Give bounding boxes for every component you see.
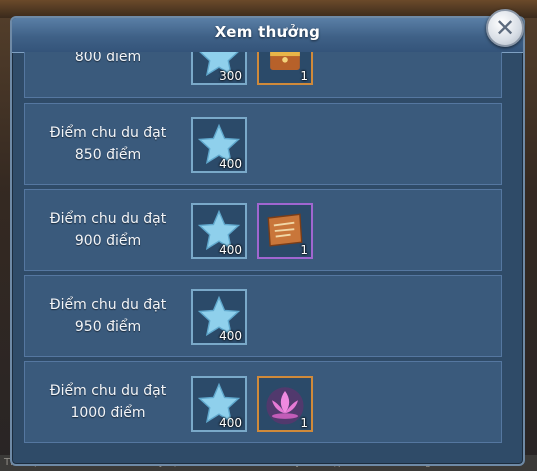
row-condition: Điểm chu du đạt [49,297,167,313]
reward-slot[interactable]: 1 [257,203,313,259]
reward-slot[interactable]: 400 [191,203,247,259]
reward-slot[interactable]: 300 [191,52,247,85]
reward-slot[interactable]: 1 [257,52,313,85]
reward-row: 800 điểm 300 1 [24,52,502,98]
reward-row: Điểm chu du đạt 950 điểm 400 [24,275,502,357]
row-condition: Điểm chu du đạt [49,383,167,399]
reward-quantity: 400 [219,416,242,430]
reward-slot[interactable]: 400 [191,289,247,345]
reward-slot[interactable]: 400 [191,376,247,432]
reward-slot[interactable]: 1 [257,376,313,432]
reward-row: Điểm chu du đạt 900 điểm 400 1 [24,189,502,271]
reward-quantity: 1 [300,416,308,430]
row-points: 800 điểm [74,52,142,65]
reward-quantity: 1 [300,243,308,257]
reward-list[interactable]: 800 điểm 300 1 Điểm chu du đạt 850 điểm … [24,52,502,452]
reward-quantity: 400 [219,157,242,171]
reward-row: Điểm chu du đạt 850 điểm 400 [24,103,502,185]
close-icon: ✕ [494,14,516,42]
row-label: Điểm chu du đạt 950 điểm [25,276,191,356]
row-points: 950 điểm [74,319,142,335]
reward-row: Điểm chu du đạt 1000 điểm 400 1 [24,361,502,443]
row-condition: Điểm chu du đạt [49,125,167,141]
reward-quantity: 1 [300,69,308,83]
close-button[interactable]: ✕ [486,9,524,47]
row-points: 850 điểm [74,147,142,163]
reward-quantity: 300 [219,69,242,83]
reward-slot[interactable]: 400 [191,117,247,173]
row-label: Điểm chu du đạt 900 điểm [25,190,191,270]
row-label: Điểm chu du đạt 1000 điểm [25,362,191,442]
reward-quantity: 400 [219,243,242,257]
reward-quantity: 400 [219,329,242,343]
row-label: 800 điểm [25,52,191,97]
row-condition: Điểm chu du đạt [49,211,167,227]
dialog-title: Xem thưởng [214,23,321,41]
dialog-titlebar: Xem thưởng [12,18,523,53]
row-points: 1000 điểm [70,405,146,421]
row-points: 900 điểm [74,233,142,249]
row-label: Điểm chu du đạt 850 điểm [25,104,191,184]
